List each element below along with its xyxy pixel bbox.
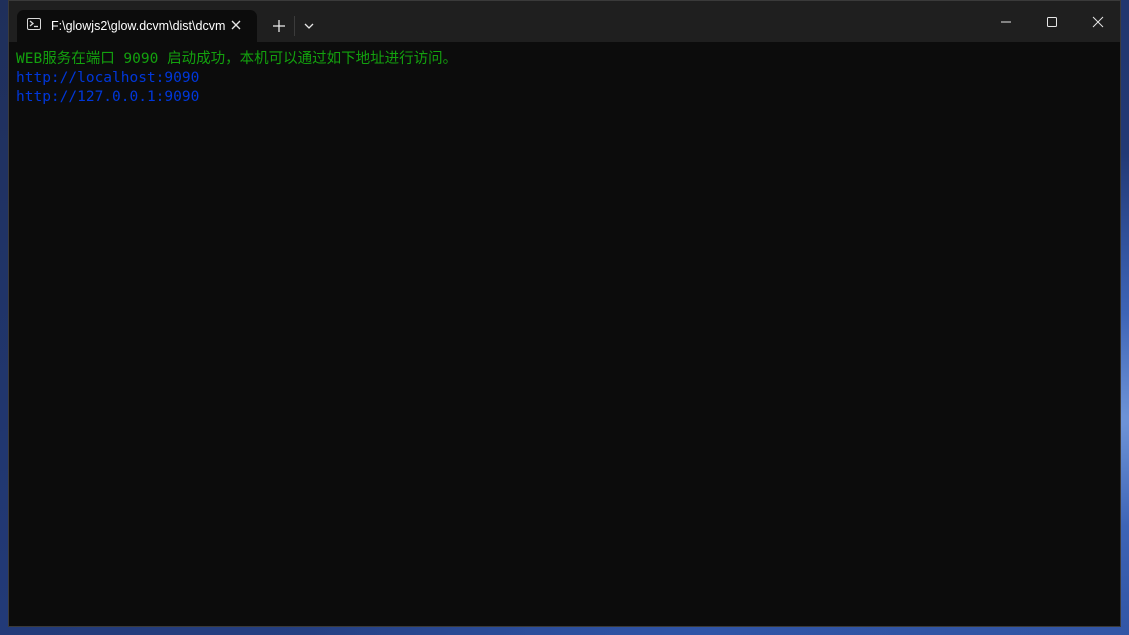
- new-tab-button[interactable]: [268, 15, 290, 37]
- tab-active[interactable]: F:\glowjs2\glow.dcvm\dist\dcvm: [17, 10, 257, 42]
- terminal-window: F:\glowjs2\glow.dcvm\dist\dcvm WEB服务在端口 …: [8, 0, 1121, 627]
- plus-icon: [273, 20, 285, 32]
- profile-dropdown-button[interactable]: [299, 15, 319, 37]
- terminal-line-url-ip: http://127.0.0.1:9090: [16, 89, 200, 105]
- maximize-button[interactable]: [1029, 1, 1075, 42]
- title-bar[interactable]: F:\glowjs2\glow.dcvm\dist\dcvm: [9, 1, 1120, 42]
- minimize-button[interactable]: [983, 1, 1029, 42]
- terminal-line-url-localhost: http://localhost:9090: [16, 70, 200, 86]
- minimize-icon: [1001, 21, 1011, 23]
- tab-title: F:\glowjs2\glow.dcvm\dist\dcvm: [51, 19, 226, 33]
- chevron-down-icon: [304, 23, 314, 29]
- terminal-output[interactable]: WEB服务在端口 9090 启动成功，本机可以通过如下地址进行访问。 http:…: [9, 42, 1120, 626]
- close-window-button[interactable]: [1075, 1, 1121, 42]
- close-icon[interactable]: [228, 17, 244, 33]
- terminal-line-status: WEB服务在端口 9090 启动成功，本机可以通过如下地址进行访问。: [16, 51, 458, 67]
- close-icon: [1092, 16, 1104, 28]
- tab-separator: [294, 16, 295, 36]
- terminal-icon: [27, 18, 41, 30]
- maximize-icon: [1047, 17, 1057, 27]
